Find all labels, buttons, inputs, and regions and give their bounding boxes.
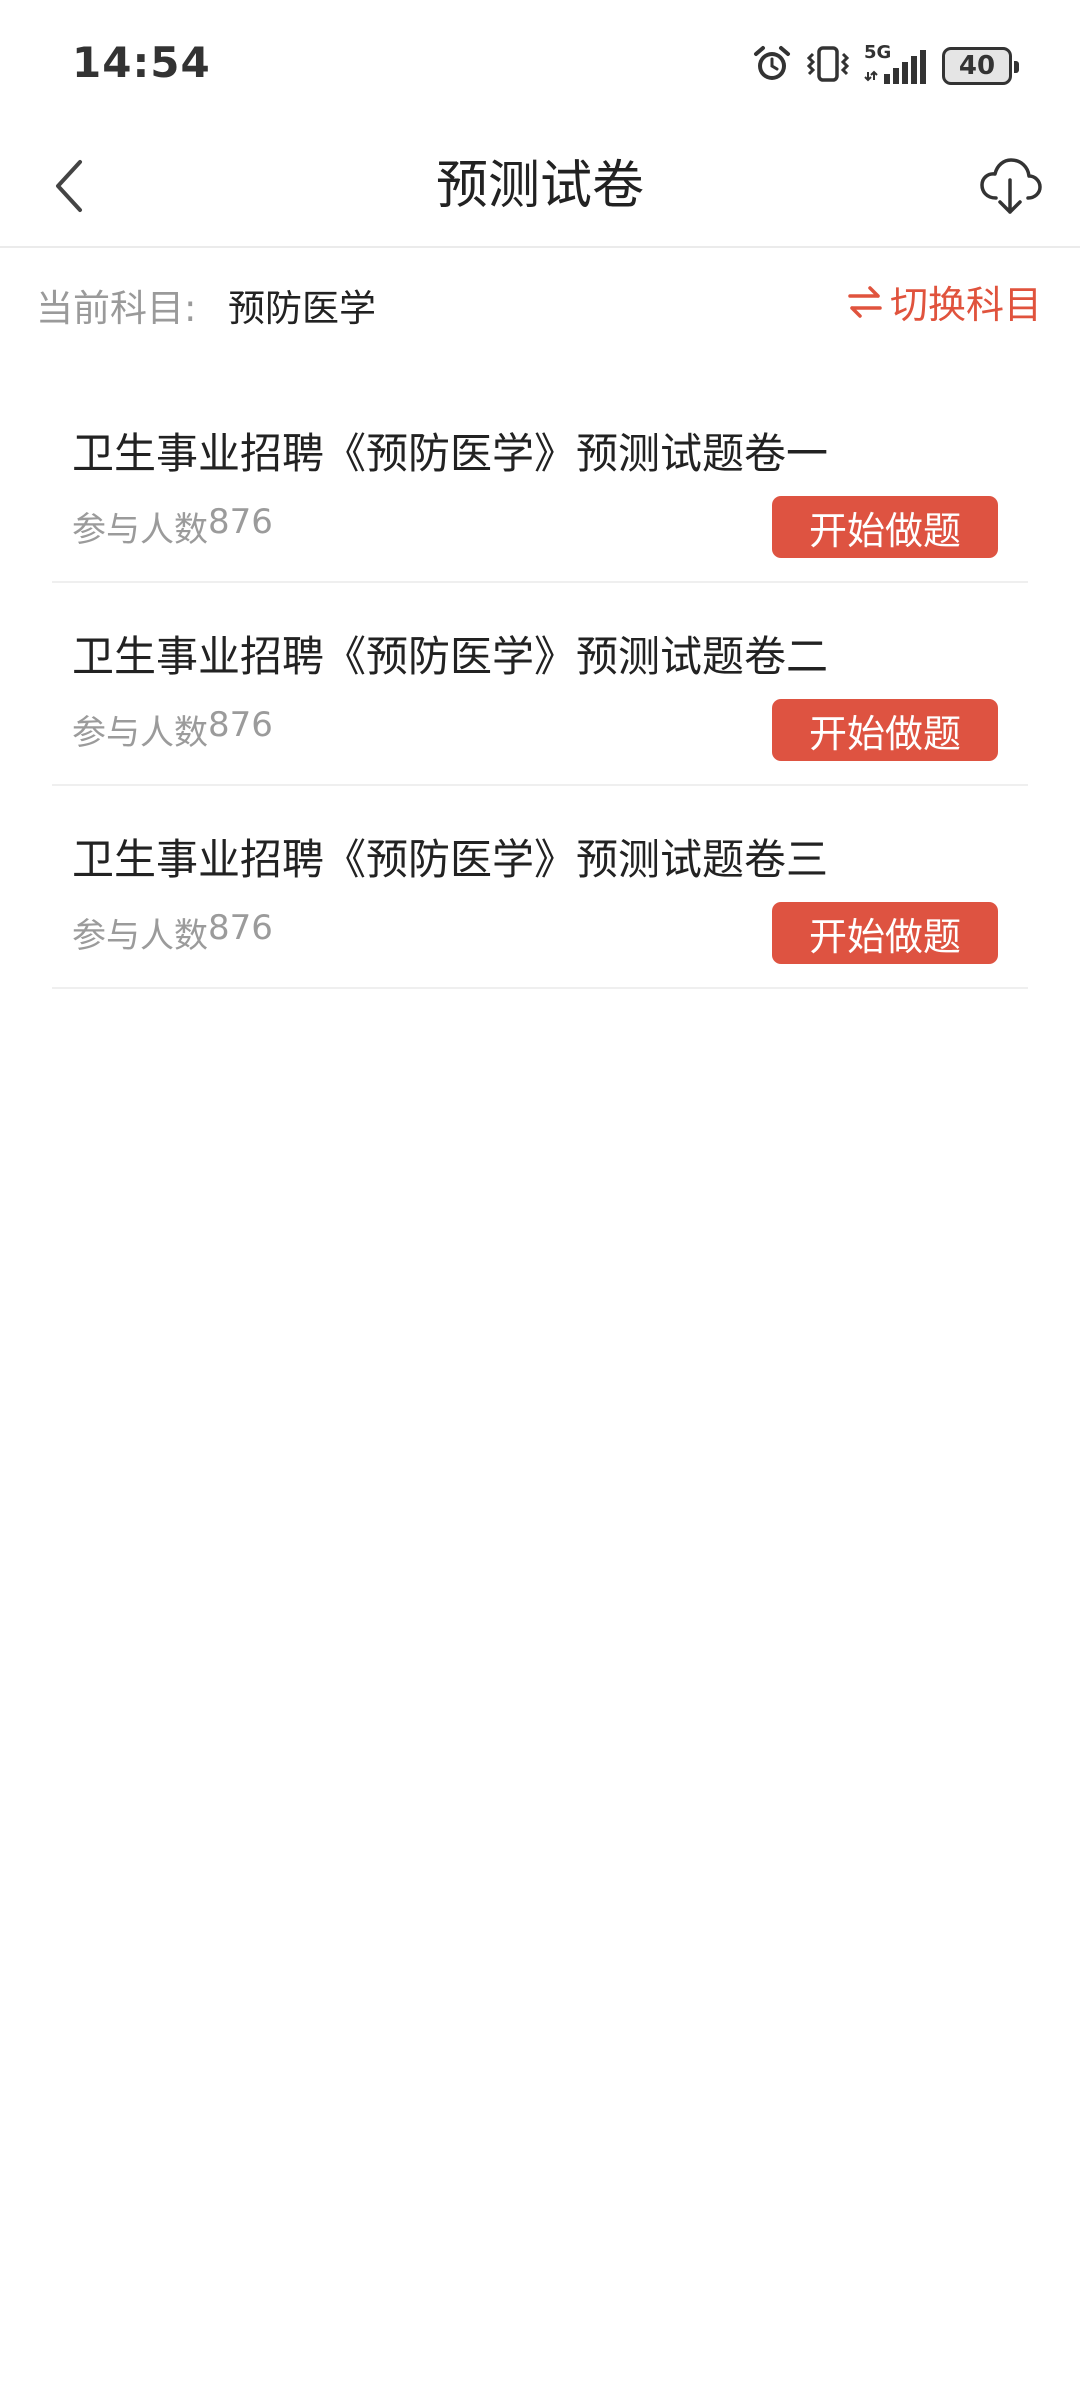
- switch-subject-label: 切换科目: [889, 283, 1042, 327]
- start-quiz-button[interactable]: 开始做题: [772, 496, 998, 558]
- list-item[interactable]: 卫生事业招聘《预防医学》预测试题卷二 参与人数 876 开始做题: [52, 583, 1028, 786]
- cloud-download-icon: [980, 158, 1042, 214]
- participants-value: 876: [208, 502, 273, 542]
- participants-count: 参与人数 876: [72, 908, 273, 957]
- participants-value: 876: [208, 908, 273, 948]
- list-item[interactable]: 卫生事业招聘《预防医学》预测试题卷三 参与人数 876 开始做题: [52, 786, 1028, 989]
- subject-label: 当前科目:: [36, 287, 197, 330]
- paper-title: 卫生事业招聘《预防医学》预测试题卷二: [72, 632, 829, 681]
- subject-value: 预防医学: [228, 287, 376, 330]
- status-time: 14:54: [72, 38, 211, 87]
- participants-label: 参与人数: [72, 916, 208, 956]
- download-button[interactable]: [970, 146, 1050, 226]
- participants-count: 参与人数 876: [72, 705, 273, 754]
- swap-icon: [848, 285, 882, 318]
- paper-title: 卫生事业招聘《预防医学》预测试题卷三: [72, 835, 829, 884]
- alarm-icon: [752, 44, 792, 88]
- switch-subject-button[interactable]: 切换科目: [846, 274, 1042, 329]
- paper-list: 卫生事业招聘《预防医学》预测试题卷一 参与人数 876 开始做题 卫生事业招聘《…: [52, 380, 1028, 989]
- start-quiz-button[interactable]: 开始做题: [772, 902, 998, 964]
- page-title: 预测试卷: [435, 156, 644, 216]
- status-bar: 14:54 5G 40: [0, 0, 1080, 124]
- paper-title: 卫生事业招聘《预防医学》预测试题卷一: [72, 429, 829, 478]
- start-quiz-button[interactable]: 开始做题: [772, 699, 998, 761]
- signal-icon: 5G: [864, 42, 928, 86]
- subject-bar: 当前科目: 预防医学 切换科目: [0, 250, 1080, 356]
- battery-indicator: 40: [942, 47, 1019, 85]
- list-item[interactable]: 卫生事业招聘《预防医学》预测试题卷一 参与人数 876 开始做题: [52, 380, 1028, 583]
- participants-count: 参与人数 876: [72, 502, 273, 551]
- status-icons: 5G 40: [752, 40, 1019, 92]
- participants-label: 参与人数: [72, 713, 208, 753]
- participants-label: 参与人数: [72, 510, 208, 550]
- participants-value: 876: [208, 705, 273, 745]
- vibrate-icon: [806, 44, 850, 88]
- nav-bar: 预测试卷: [0, 124, 1080, 248]
